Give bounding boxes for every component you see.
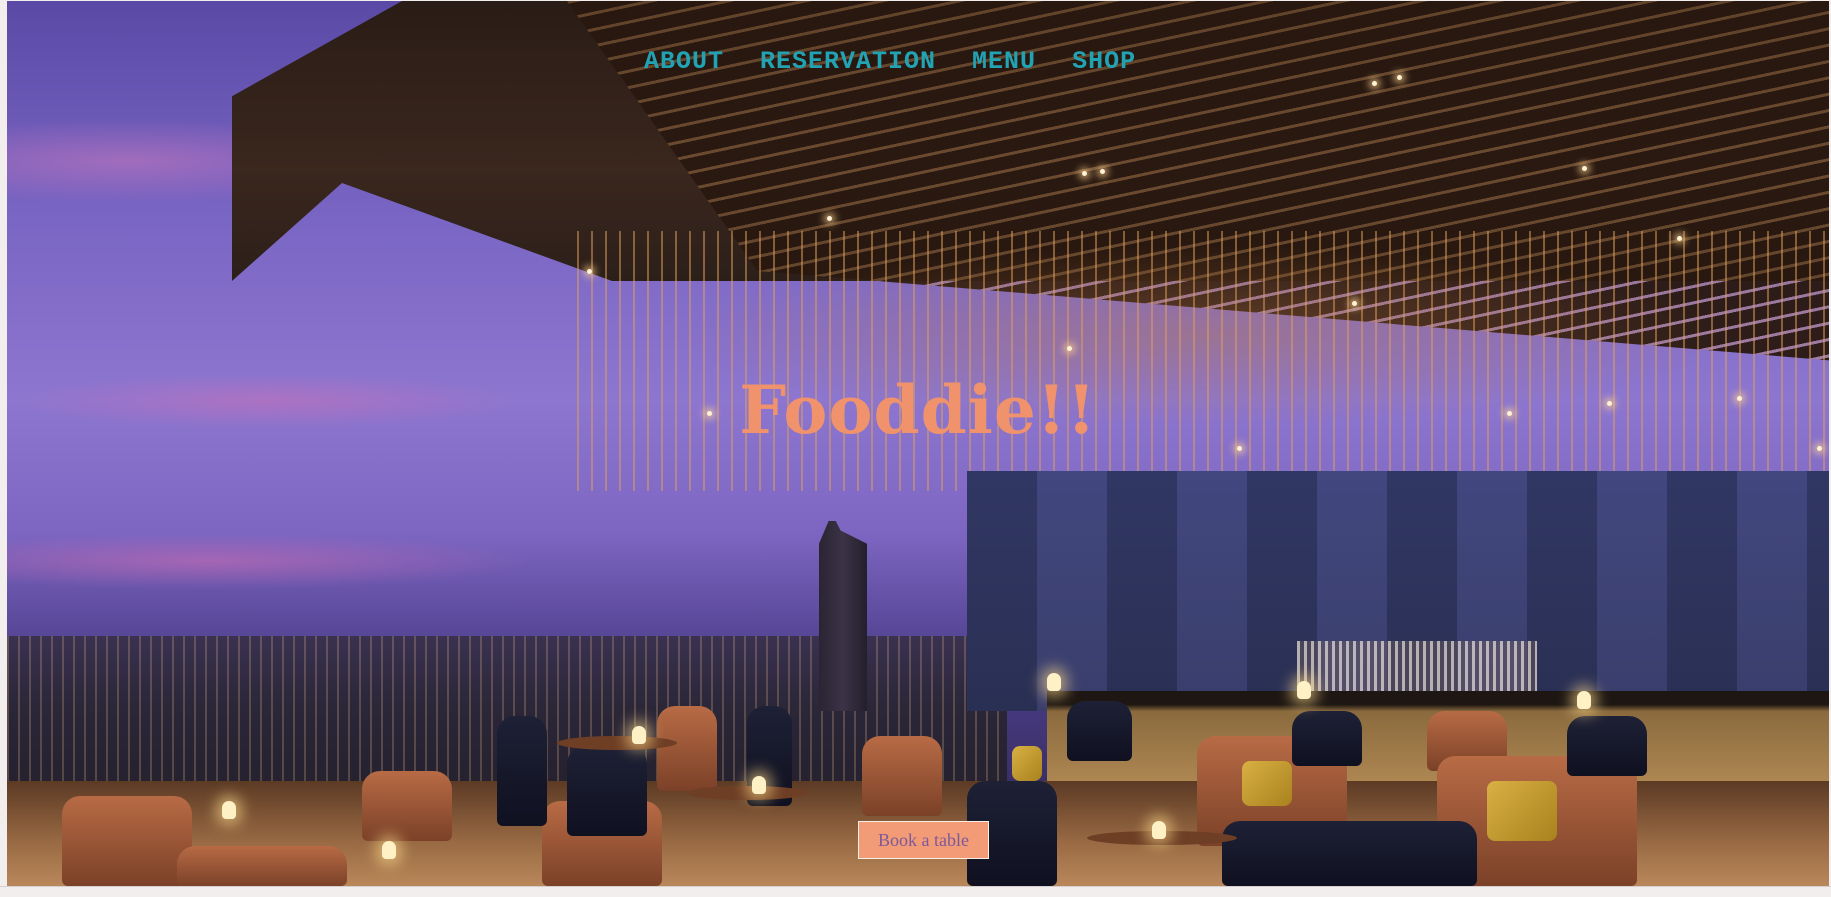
cushion bbox=[1012, 746, 1042, 781]
candle bbox=[1577, 691, 1591, 709]
hero-section: ABOUT RESERVATION MENU SHOP Fooddie!! Bo… bbox=[7, 1, 1829, 886]
page-bottom-border bbox=[0, 886, 1831, 897]
book-table-button[interactable]: Book a table bbox=[858, 821, 989, 859]
armchair bbox=[657, 706, 717, 791]
bar-stool bbox=[1067, 701, 1132, 761]
bar-stool bbox=[1292, 711, 1362, 766]
candle bbox=[752, 776, 766, 794]
armchair bbox=[362, 771, 452, 841]
table bbox=[557, 736, 677, 750]
dining-chair bbox=[497, 716, 547, 826]
candle bbox=[382, 841, 396, 859]
armchair bbox=[862, 736, 942, 816]
nav-link-reservation[interactable]: RESERVATION bbox=[760, 47, 936, 76]
hero-title: Fooddie!! bbox=[739, 371, 1097, 449]
candle bbox=[222, 801, 236, 819]
skyscraper bbox=[819, 521, 867, 711]
cushion bbox=[1487, 781, 1557, 841]
candle bbox=[1297, 681, 1311, 699]
cushion bbox=[1242, 761, 1292, 806]
bar-bottles bbox=[1297, 641, 1537, 696]
nav-links: ABOUT RESERVATION MENU SHOP bbox=[644, 47, 1136, 76]
table bbox=[687, 786, 807, 800]
chandelier bbox=[577, 231, 1827, 491]
candle bbox=[632, 726, 646, 744]
candle bbox=[1152, 821, 1166, 839]
nav-link-menu[interactable]: MENU bbox=[972, 47, 1036, 76]
candle bbox=[1047, 673, 1061, 691]
armchair bbox=[177, 846, 347, 886]
bar-stool bbox=[1567, 716, 1647, 776]
armchair bbox=[62, 796, 192, 886]
armchair bbox=[1222, 821, 1477, 886]
nav-link-about[interactable]: ABOUT bbox=[644, 47, 724, 76]
nav-link-shop[interactable]: SHOP bbox=[1072, 47, 1136, 76]
dining-chair bbox=[567, 746, 647, 836]
